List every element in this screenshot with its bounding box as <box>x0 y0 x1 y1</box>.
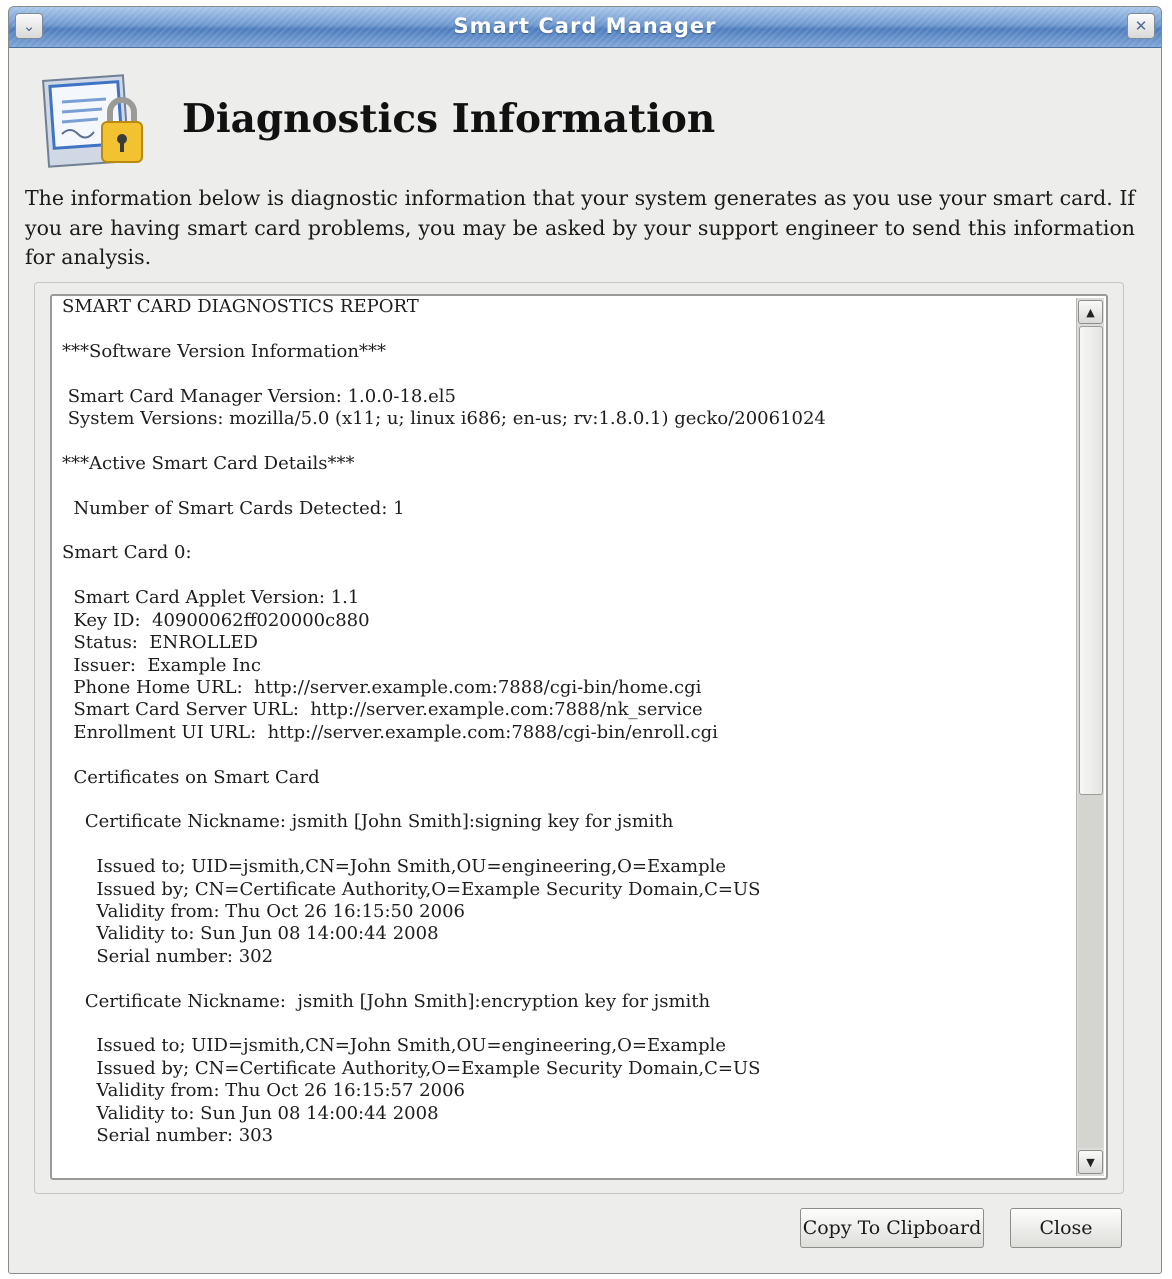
report-line: Issued by; CN=Certificate Authority,O=Ex… <box>62 878 761 900</box>
scroll-down-button[interactable]: ▼ <box>1078 1150 1103 1174</box>
report-line <box>62 520 1070 542</box>
description-text: The information below is diagnostic info… <box>25 186 1135 269</box>
report-line: System Versions: mozilla/5.0 (x11; u; li… <box>62 408 826 430</box>
report-line: Smart Card 0: <box>62 542 192 564</box>
report-line: Validity from: Thu Oct 26 16:15:57 2006 <box>62 1080 465 1102</box>
report-line: Serial number: 302 <box>62 945 274 967</box>
report-line: Validity to: Sun Jun 08 14:00:44 2008 <box>62 923 439 945</box>
report-line: Certificate Nickname: jsmith [John Smith… <box>62 811 674 833</box>
report-line <box>62 565 1070 587</box>
report-line <box>62 744 1070 766</box>
report-line: SMART CARD DIAGNOSTICS REPORT <box>62 296 419 317</box>
report-line <box>62 834 1070 856</box>
report-line: Certificate Nickname: jsmith [John Smith… <box>62 990 711 1012</box>
report-line: Issuer: Example Inc <box>62 654 261 676</box>
report-line: ***Active Smart Card Details*** <box>62 452 355 474</box>
vertical-scrollbar[interactable]: ▲ ▼ <box>1076 298 1104 1176</box>
page-title: Diagnostics Information <box>182 96 716 142</box>
report-line: Key ID: 40900062ff020000c880 <box>62 609 370 631</box>
report-line <box>62 968 1070 990</box>
report-line: Validity from: Thu Oct 26 16:15:50 2006 <box>62 900 465 922</box>
title-bar[interactable]: ⌄ Smart Card Manager ✕ <box>9 7 1161 48</box>
report-line <box>62 430 1070 452</box>
report-line <box>62 363 1070 385</box>
report-line: Certificates on Smart Card <box>62 766 320 788</box>
report-line: Smart Card Server URL: http://server.exa… <box>62 699 703 721</box>
report-line <box>62 1013 1070 1035</box>
report-line: Serial number: 303 <box>62 1125 274 1147</box>
diagnostics-report-text: SMART CARD DIAGNOSTICS REPORT ***Softwar… <box>62 296 1070 1147</box>
scroll-up-button[interactable]: ▲ <box>1078 300 1103 324</box>
report-line: Validity to: Sun Jun 08 14:00:44 2008 <box>62 1102 439 1124</box>
report-line <box>62 789 1070 811</box>
report-line: Phone Home URL: http://server.example.co… <box>62 676 702 698</box>
report-line: Number of Smart Cards Detected: 1 <box>62 497 405 519</box>
report-line: Issued to; UID=jsmith,CN=John Smith,OU=e… <box>62 856 727 878</box>
report-line: Enrollment UI URL: http://server.example… <box>62 721 718 743</box>
window-close-button[interactable]: ✕ <box>1127 13 1155 39</box>
close-icon: ✕ <box>1134 17 1148 35</box>
report-line <box>62 318 1070 340</box>
scroll-track[interactable] <box>1078 326 1103 1148</box>
report-line: Issued by; CN=Certificate Authority,O=Ex… <box>62 1057 761 1079</box>
report-line: ***Software Version Information*** <box>62 340 386 362</box>
report-line: Smart Card Manager Version: 1.0.0-18.el5 <box>62 385 456 407</box>
report-line: Status: ENROLLED <box>62 632 258 654</box>
diagnostics-report-textarea[interactable]: SMART CARD DIAGNOSTICS REPORT ***Softwar… <box>50 294 1108 1180</box>
certificate-lock-icon <box>42 74 143 168</box>
report-line <box>62 475 1070 497</box>
report-line: Smart Card Applet Version: 1.1 <box>62 587 360 609</box>
scroll-thumb[interactable] <box>1079 326 1103 795</box>
copy-to-clipboard-button[interactable]: Copy To Clipboard <box>800 1208 984 1248</box>
report-line: Issued to; UID=jsmith,CN=John Smith,OU=e… <box>62 1035 727 1057</box>
window-title: Smart Card Manager <box>453 14 717 38</box>
close-button[interactable]: Close <box>1010 1208 1122 1248</box>
